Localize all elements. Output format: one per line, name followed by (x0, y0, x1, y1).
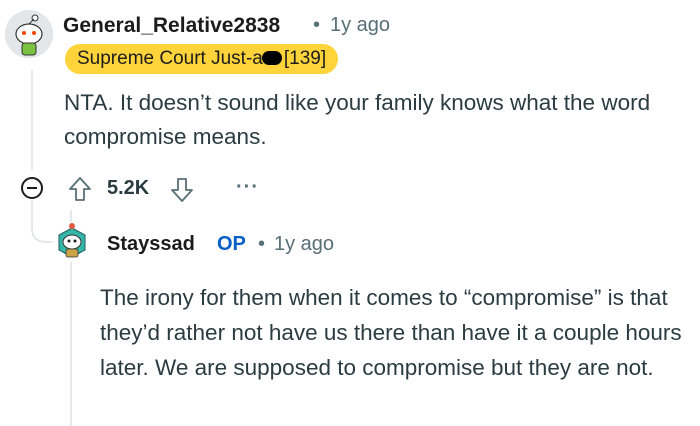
reply-body: The irony for them when it comes to “com… (100, 285, 682, 380)
upvote-icon[interactable] (68, 176, 92, 202)
comment-time: 1y ago (330, 14, 391, 36)
comment-body: NTA. It doesn’t sound like your family k… (64, 90, 651, 149)
flair-text: Supreme Court Just-a (77, 48, 263, 69)
separator-dot: • (313, 14, 321, 36)
comment-username[interactable]: General_Relative2838 (63, 14, 280, 38)
reply-avatar[interactable] (52, 222, 92, 262)
user-flair: Supreme Court Just-a [139] (65, 44, 339, 74)
snoo-avatar-icon (5, 10, 53, 58)
thread-line-main[interactable] (31, 70, 33, 170)
downvote-icon[interactable] (170, 177, 194, 203)
reply-time: 1y ago (274, 233, 335, 255)
snoo-avatar-icon (52, 222, 92, 262)
op-badge: OP (217, 233, 246, 255)
collapse-icon[interactable] (20, 176, 44, 200)
flair-redaction (261, 51, 282, 65)
reply-username[interactable]: Stayssad (107, 233, 195, 256)
more-options-button[interactable]: ··· (236, 176, 259, 199)
flair-count: [139] (283, 48, 327, 69)
vote-score: 5.2K (107, 177, 150, 199)
user-avatar[interactable] (5, 10, 53, 58)
separator-dot: • (258, 233, 266, 255)
